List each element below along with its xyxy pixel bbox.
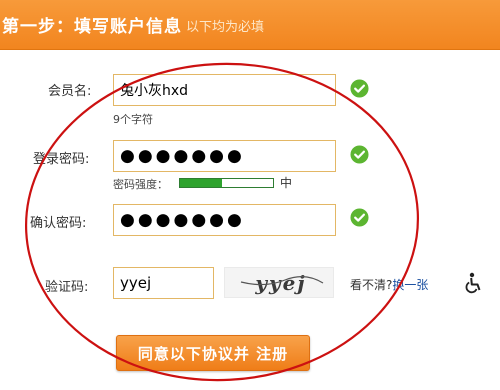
confirm-password-label: 确认密码: [30,216,87,231]
wheelchair-icon[interactable] [463,272,483,294]
strength-label: 密码强度： [113,178,168,191]
required-note: 以下均为必填 [186,20,265,35]
agree-register-button[interactable]: 同意以下协议并 注册 [116,335,310,371]
annotation-circle [24,62,420,382]
captcha-label: 验证码: [45,280,89,295]
captcha-refresh-link[interactable]: 换一张 [392,278,428,292]
password-label: 登录密码: [33,152,90,167]
confirm-password-input[interactable] [113,204,336,236]
captcha-refresh-prompt: 看不清? [350,278,393,292]
captcha-text: yyej [254,271,306,295]
username-label: 会员名: [48,84,92,99]
check-circle-icon [350,208,369,227]
captcha-input[interactable] [113,267,214,299]
captcha-refresh: 看不清?换一张 [350,276,428,293]
check-circle-icon [350,145,369,164]
password-strength-level: 中 [280,176,293,190]
password-strength-bar [179,178,274,188]
password-input[interactable] [113,140,336,172]
check-circle-icon [350,79,369,98]
captcha-image[interactable]: yyej [224,267,334,298]
password-strength-fill [180,179,222,187]
step-header: 第一步：填写账户信息 以下均为必填 [0,0,500,50]
username-input[interactable] [113,74,336,106]
captcha-glyphs: yyej [240,271,324,295]
step-title: 第一步：填写账户信息 [2,17,182,37]
username-char-count: 9个字符 [113,113,153,126]
